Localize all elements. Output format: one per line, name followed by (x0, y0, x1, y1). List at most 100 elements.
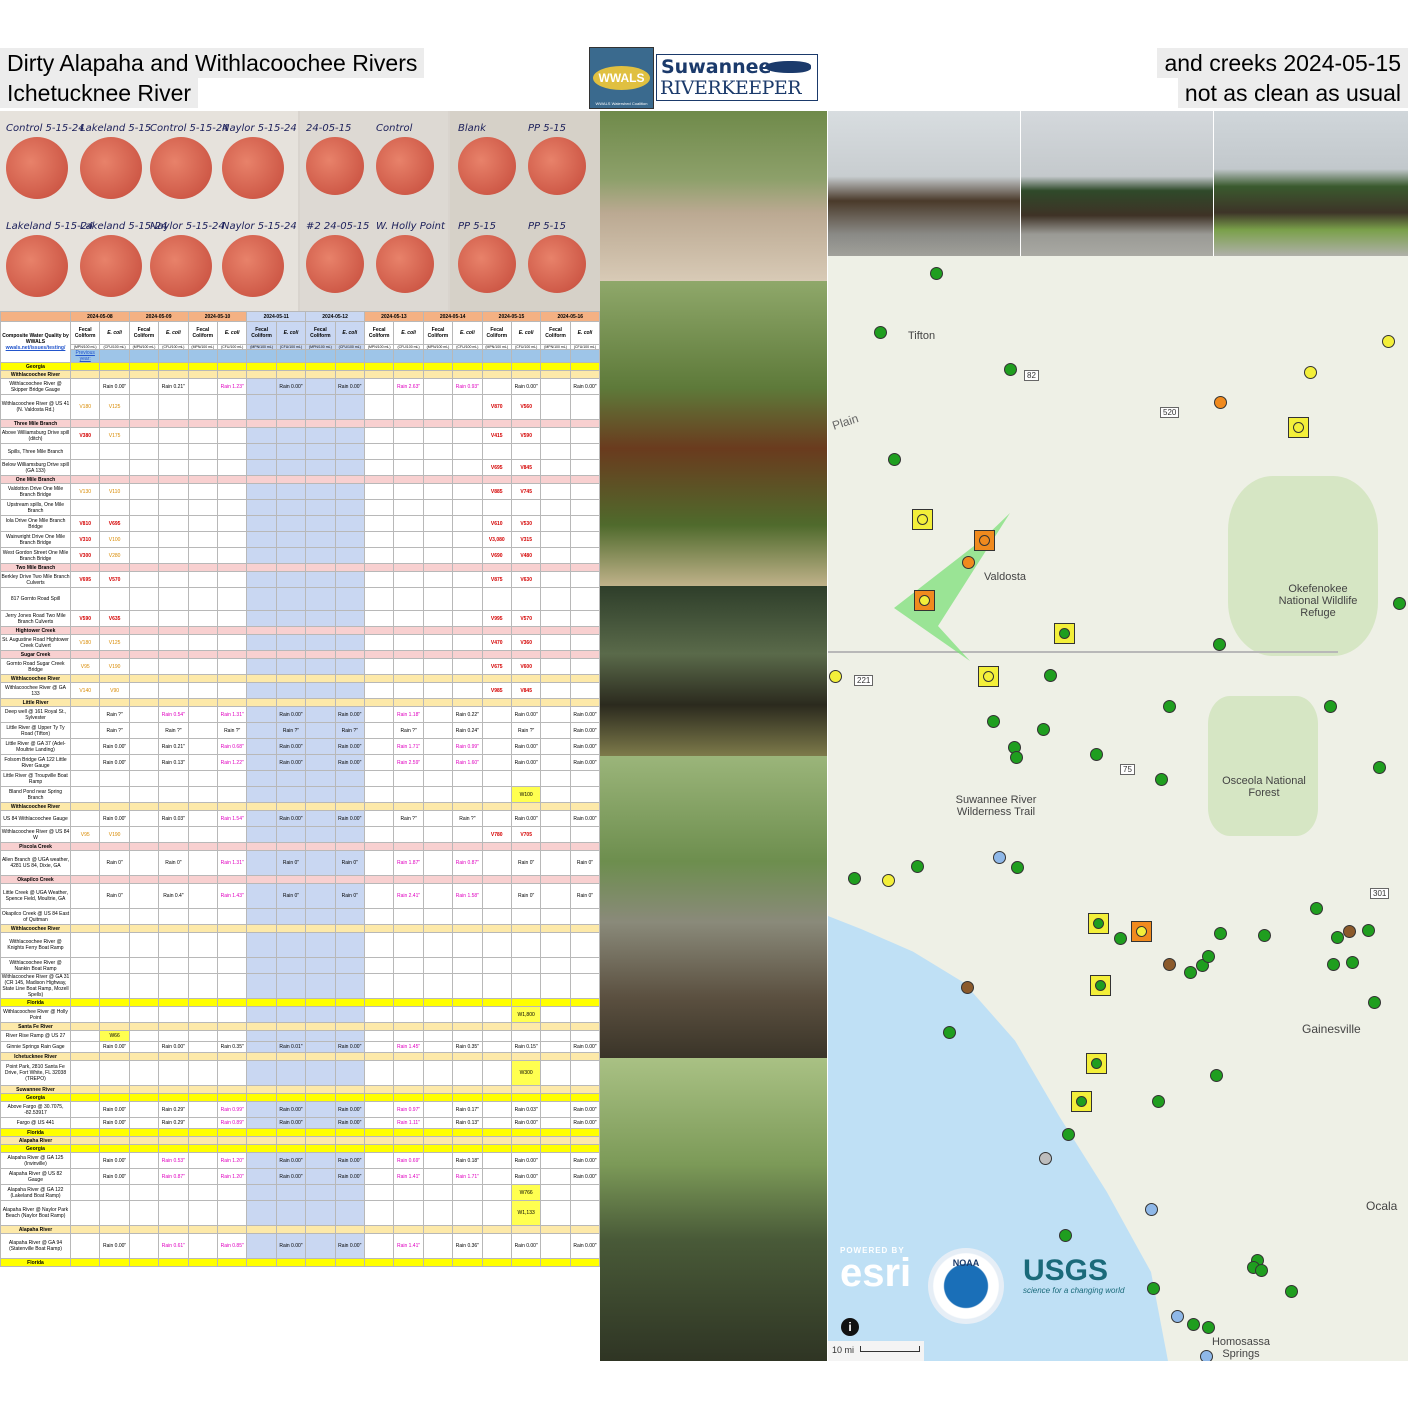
sample-site-square[interactable] (978, 666, 999, 687)
monitoring-site-marker[interactable] (1152, 1095, 1165, 1108)
sample-site-dot (1093, 918, 1104, 929)
monitoring-site-marker[interactable] (1202, 950, 1215, 963)
monitoring-site-marker[interactable] (987, 715, 1000, 728)
table-cell (99, 563, 130, 572)
table-cell (187, 722, 218, 739)
monitoring-site-marker[interactable] (1393, 597, 1406, 610)
sample-site-square[interactable] (1054, 623, 1075, 644)
table-cell (305, 932, 336, 958)
monitoring-site-marker[interactable] (1004, 363, 1017, 376)
table-cell (128, 1030, 160, 1042)
monitoring-site-marker[interactable] (1258, 929, 1271, 942)
monitoring-site-marker[interactable] (1044, 669, 1057, 682)
table-cell (305, 1168, 336, 1185)
monitoring-site-marker[interactable] (1062, 1128, 1075, 1141)
table-cell (187, 810, 218, 827)
esri-logo: POWERED BY esri (840, 1246, 912, 1295)
table-cell (187, 826, 218, 843)
table-cell (305, 674, 336, 683)
monitoring-site-marker[interactable] (1210, 1069, 1223, 1082)
monitoring-site-marker[interactable] (1039, 1152, 1052, 1165)
monitoring-site-marker[interactable] (1327, 958, 1340, 971)
monitoring-site-marker[interactable] (1163, 958, 1176, 971)
monitoring-site-marker[interactable] (882, 874, 895, 887)
table-cell (540, 499, 571, 516)
monitoring-site-marker[interactable] (1343, 925, 1356, 938)
monitoring-site-marker[interactable] (1163, 700, 1176, 713)
monitoring-site-marker[interactable] (930, 267, 943, 280)
monitoring-site-marker[interactable] (1059, 1229, 1072, 1242)
monitoring-site-marker[interactable] (1255, 1264, 1268, 1277)
sample-site-square[interactable] (912, 509, 933, 530)
monitoring-site-marker[interactable] (1114, 932, 1127, 945)
monitoring-site-marker[interactable] (1331, 931, 1344, 944)
monitoring-site-marker[interactable] (848, 872, 861, 885)
monitoring-site-marker[interactable] (1346, 956, 1359, 969)
table-cell (128, 883, 160, 909)
sample-site-square[interactable] (1086, 1053, 1107, 1074)
petri-plate (6, 137, 68, 199)
monitoring-site-marker[interactable] (943, 1026, 956, 1039)
prev-year-link[interactable]: Previous year: (69, 349, 101, 363)
monitoring-site-marker[interactable] (1213, 638, 1226, 651)
monitoring-site-marker[interactable] (1011, 861, 1024, 874)
monitoring-site-marker[interactable] (993, 851, 1006, 864)
table-cell: W66 (99, 1030, 130, 1042)
monitoring-site-marker[interactable] (1184, 966, 1197, 979)
sample-site-square[interactable] (914, 590, 935, 611)
monitoring-site-marker[interactable] (1037, 723, 1050, 736)
monitoring-site-marker[interactable] (1324, 700, 1337, 713)
monitoring-site-marker[interactable] (888, 453, 901, 466)
table-cell (158, 932, 189, 958)
table-cell (422, 650, 454, 659)
monitoring-site-marker[interactable] (1214, 396, 1227, 409)
monitoring-site-marker[interactable] (1090, 748, 1103, 761)
monitoring-site-marker[interactable] (874, 326, 887, 339)
table-cell (481, 1093, 512, 1102)
sample-site-square[interactable] (1131, 921, 1152, 942)
monitoring-site-marker[interactable] (1368, 996, 1381, 1009)
table-cell: Rain 0" (275, 850, 307, 876)
osceola-label: Osceola National Forest (1222, 775, 1306, 799)
monitoring-site-marker[interactable] (1147, 1282, 1160, 1295)
water-quality-map[interactable]: Tifton Plain Valdosta Okefenokee Nationa… (828, 256, 1408, 1361)
monitoring-site-marker[interactable] (962, 556, 975, 569)
table-cell (216, 932, 248, 958)
monitoring-site-marker[interactable] (1214, 927, 1227, 940)
table-cell: V630 (510, 571, 542, 588)
monitoring-site-marker[interactable] (1171, 1310, 1184, 1323)
sample-site-square[interactable] (1090, 975, 1111, 996)
info-icon[interactable]: i (841, 1318, 859, 1336)
sample-site-square[interactable] (1088, 913, 1109, 934)
monitoring-site-marker[interactable] (1382, 335, 1395, 348)
monitoring-site-marker[interactable] (1202, 1321, 1215, 1334)
monitoring-site-marker[interactable] (1187, 1318, 1200, 1331)
table-cell: Rain 0.00" (510, 810, 542, 827)
table-cell (99, 1022, 130, 1031)
monitoring-site-marker[interactable] (1155, 773, 1168, 786)
table-cell (334, 634, 365, 651)
table-cell (540, 1136, 571, 1145)
table-cell (481, 1225, 512, 1234)
table-cell (422, 957, 454, 974)
sample-site-square[interactable] (1071, 1091, 1092, 1112)
title-line2-left: Ichetucknee River (0, 78, 199, 108)
sample-site-square[interactable] (974, 530, 995, 551)
table-cell (452, 394, 483, 420)
monitoring-site-marker[interactable] (1145, 1203, 1158, 1216)
sample-site-square[interactable] (1288, 417, 1309, 438)
monitoring-site-marker[interactable] (1362, 924, 1375, 937)
table-cell (69, 722, 101, 739)
monitoring-site-marker[interactable] (829, 670, 842, 683)
monitoring-site-marker[interactable] (1010, 751, 1023, 764)
suwannee-riverkeeper-logo[interactable]: WWALS WWALS Watershed Coalition Suwannee… (589, 47, 818, 109)
table-cell (69, 1101, 101, 1118)
monitoring-site-marker[interactable] (1285, 1285, 1298, 1298)
monitoring-site-marker[interactable] (1373, 761, 1386, 774)
table-cell (69, 1041, 101, 1053)
monitoring-site-marker[interactable] (1304, 366, 1317, 379)
table-cell (216, 1225, 248, 1234)
monitoring-site-marker[interactable] (1310, 902, 1323, 915)
monitoring-site-marker[interactable] (911, 860, 924, 873)
monitoring-site-marker[interactable] (961, 981, 974, 994)
